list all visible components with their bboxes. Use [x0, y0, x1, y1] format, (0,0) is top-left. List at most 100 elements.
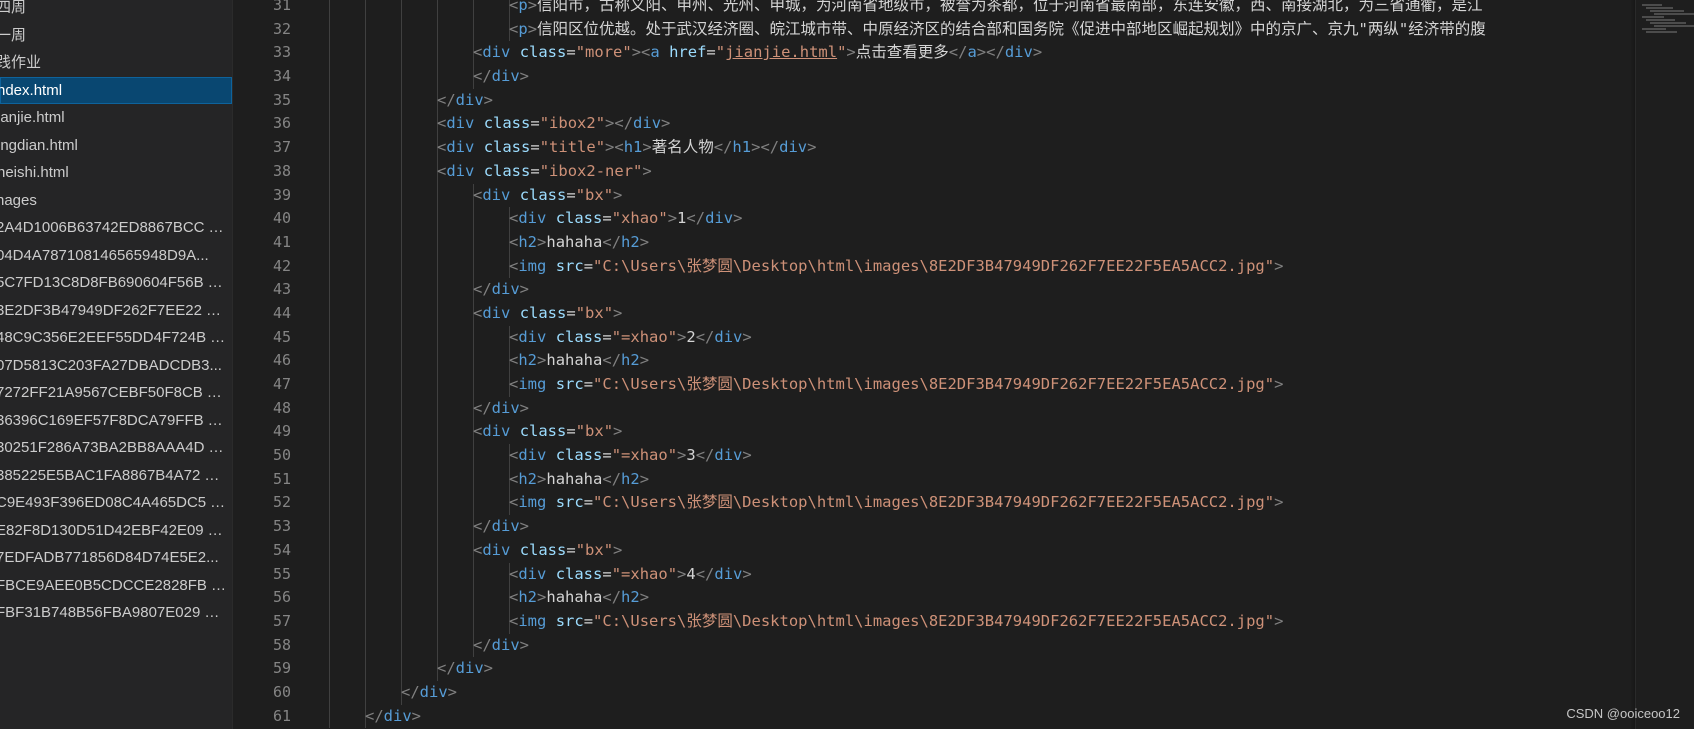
code-token: a	[650, 43, 660, 62]
code-token: h2	[518, 351, 538, 370]
explorer-item-label: 四周	[0, 0, 27, 16]
indent-guide	[365, 680, 366, 705]
code-token: =	[530, 114, 540, 133]
indent-guide	[365, 0, 366, 18]
explorer-file-item[interactable]: E82F8D130D51D42EBF42E09F...	[0, 517, 232, 545]
code-line[interactable]: <div class="xhao">1</div>	[317, 207, 1634, 231]
explorer-file-item[interactable]: neishi.html	[0, 159, 232, 187]
explorer-item-label: 7EDFADB771856D84D74E5E2...	[0, 549, 219, 566]
explorer-file-item[interactable]: 385225E5BAC1FA8867B4A7203...	[0, 462, 232, 490]
indent-guide	[365, 325, 366, 350]
explorer-file-item[interactable]: 2A4D1006B63742ED8867BCC1...	[0, 214, 232, 242]
explorer-file-item[interactable]: FBCE9AEE0B5CDCCE2828FBBA...	[0, 572, 232, 600]
code-line[interactable]: <h2>hahaha</h2>	[317, 349, 1634, 373]
line-number: 41	[272, 232, 291, 251]
code-token: =	[583, 493, 594, 512]
code-line[interactable]: </div>	[317, 657, 1634, 681]
code-line[interactable]: <img src="C:\Users\张梦圆\Desktop\html\imag…	[317, 254, 1634, 279]
explorer-file-item[interactable]: 7EDFADB771856D84D74E5E2...	[0, 544, 232, 572]
code-token: h2	[621, 469, 640, 488]
indent-guide	[473, 609, 474, 634]
code-line[interactable]: <div class="=xhao">3</div>	[317, 444, 1634, 468]
code-line[interactable]: </div>	[317, 515, 1634, 539]
code-token: </	[695, 327, 715, 346]
code-content: <p>信阳市，古称义阳、申州、光州、申城，为河南省地级市，被誉为茶都，位于河南省…	[509, 0, 1483, 18]
code-token: >	[667, 209, 678, 228]
indent-guide	[473, 0, 474, 18]
code-token: </	[602, 588, 622, 607]
code-token: "xhao"	[611, 209, 668, 228]
code-token: h2	[518, 469, 538, 488]
indent-guide	[473, 562, 474, 587]
explorer-file-item[interactable]: FBF31B748B56FBA9807E0293F...	[0, 599, 232, 627]
code-line[interactable]: </div>	[317, 88, 1634, 113]
code-token: >	[642, 138, 652, 157]
code-line[interactable]: <h2>hahaha</h2>	[317, 230, 1634, 255]
indent-guide	[329, 680, 330, 705]
explorer-folder-item[interactable]: 一周	[0, 22, 232, 50]
code-line[interactable]: </div>	[317, 278, 1634, 302]
code-line[interactable]: <img src="C:\Users\张梦圆\Desktop\html\imag…	[317, 491, 1634, 516]
explorer-file-item[interactable]: C9E493F396ED08C4A465DC59...	[0, 489, 232, 517]
code-line[interactable]: <div class="ibox2-ner">	[317, 159, 1634, 184]
code-line[interactable]: <h2>hahaha</h2>	[317, 586, 1634, 610]
line-number: 35	[272, 90, 291, 109]
code-line[interactable]: <div class="=xhao">4</div>	[317, 562, 1634, 587]
code-token: 信阳区位优越。处于武汉经济圈、皖江城市带、中原经济区的结合部和国务院《促进中部地…	[537, 19, 1486, 38]
indent-guide	[365, 88, 366, 113]
code-area[interactable]: <p>信阳市，古称义阳、申州、光州、申城，为河南省地级市，被誉为茶都，位于河南省…	[317, 0, 1634, 729]
code-editor[interactable]: 31 32 33 34 35 36 37 38 39 40 41 42 43 44 45 46 47 48 49 50…	[233, 0, 1694, 729]
code-line[interactable]: </div>	[317, 65, 1634, 89]
code-line[interactable]: <div class="more"><a href="jianjie.html"…	[317, 41, 1634, 66]
code-token: <	[437, 114, 447, 133]
code-token: jianjie.html	[725, 43, 838, 62]
code-line[interactable]: </div>	[317, 633, 1634, 658]
code-line[interactable]: <div class="ibox2"></div>	[317, 112, 1634, 137]
code-line[interactable]: <p>信阳市，古称义阳、申州、光州、申城，为河南省地级市，被誉为茶都，位于河南省…	[317, 0, 1634, 18]
code-line[interactable]: <div class="title"><h1>著名人物</h1></div>	[317, 136, 1634, 160]
explorer-file-item[interactable]: ianjie.html	[0, 104, 232, 132]
explorer-file-item[interactable]: ingdian.html	[0, 132, 232, 160]
explorer-file-item[interactable]: 04D4A787108146565948D9A...	[0, 242, 232, 270]
code-line[interactable]: <p>信阳区位优越。处于武汉经济圈、皖江城市带、中原经济区的结合部和国务院《促进…	[317, 17, 1634, 42]
code-line[interactable]: <img src="C:\Users\张梦圆\Desktop\html\imag…	[317, 609, 1634, 634]
code-token: >	[519, 398, 530, 417]
indent-guide	[365, 586, 366, 610]
indent-guide	[329, 112, 330, 137]
explorer-file-item[interactable]: ndex.html	[0, 76, 232, 104]
explorer-file-item[interactable]: 30251F286A73BA2BB8AAA4DE...	[0, 434, 232, 462]
code-line[interactable]: <h2>hahaha</h2>	[317, 467, 1634, 492]
explorer-file-item[interactable]: 07D5813C203FA27DBADCDB3...	[0, 352, 232, 380]
indent-guide	[365, 349, 366, 373]
code-token: <	[509, 493, 519, 512]
minimap[interactable]	[1635, 0, 1694, 729]
code-token: </	[760, 138, 780, 157]
line-number: 33	[272, 43, 291, 62]
indent-guide	[473, 17, 474, 42]
code-token: div	[491, 517, 520, 536]
indent-guide	[401, 207, 402, 231]
code-line[interactable]: <img src="C:\Users\张梦圆\Desktop\html\imag…	[317, 373, 1634, 397]
explorer-folder-item[interactable]: 践作业	[0, 49, 232, 77]
explorer-folder-item[interactable]: nages	[0, 187, 232, 215]
explorer-file-item[interactable]: 7272FF21A9567CEBF50F8CBB0...	[0, 379, 232, 407]
code-line[interactable]: <div class="bx">	[317, 183, 1634, 208]
line-number: 34	[272, 67, 291, 86]
code-line[interactable]: </div>	[317, 396, 1634, 421]
code-line[interactable]: <div class="bx">	[317, 420, 1634, 445]
code-line[interactable]: </div>	[317, 680, 1634, 705]
code-line[interactable]: </div>	[317, 704, 1634, 729]
explorer-file-item[interactable]: 48C9C356E2EEF55DD4F724B8A...	[0, 324, 232, 352]
explorer-file-item[interactable]: 5C7FD13C8D8FB690604F56B39...	[0, 269, 232, 297]
code-line[interactable]: <div class="bx">	[317, 301, 1634, 326]
line-number: 43	[272, 280, 291, 299]
explorer-file-item[interactable]: 36396C169EF57F8DCA79FFB44...	[0, 407, 232, 435]
explorer-item-label: 5C7FD13C8D8FB690604F56B39...	[0, 274, 232, 291]
code-line[interactable]: <div class="=xhao">2</div>	[317, 325, 1634, 350]
indent-guide	[329, 159, 330, 184]
explorer-file-item[interactable]: 3E2DF3B47949DF262F7EE22F5...	[0, 297, 232, 325]
explorer-folder-item[interactable]: 四周	[0, 0, 232, 22]
code-line[interactable]: <div class="bx">	[317, 538, 1634, 563]
